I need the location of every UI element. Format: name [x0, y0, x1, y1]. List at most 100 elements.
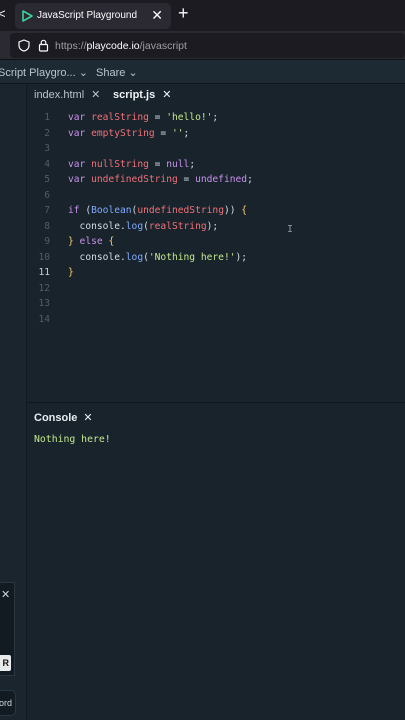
line-number: 10: [38, 251, 50, 263]
code-line[interactable]: 4 var nullString = null;: [27, 159, 405, 175]
browser-tab[interactable]: JavaScript Playground ✕: [15, 3, 171, 29]
code-token: log: [125, 251, 144, 263]
code-token: undefinedString: [137, 205, 224, 216]
shield-icon[interactable]: [18, 39, 30, 52]
overlay-fragment-text: ord: [0, 698, 13, 708]
line-number: 7: [44, 205, 50, 216]
line-number: 6: [44, 189, 50, 201]
code-token: ;: [189, 158, 196, 170]
code-text: }: [68, 267, 74, 278]
code-token: }: [68, 267, 74, 278]
line-number: 9: [44, 236, 50, 247]
code-token: )): [223, 205, 242, 216]
code-token: realString: [91, 112, 149, 123]
tab-label: script.js: [113, 89, 156, 101]
code-token: '': [171, 127, 184, 139]
code-token: undefined: [195, 174, 248, 185]
code-token: var: [68, 112, 92, 123]
url-prefix: https://: [55, 40, 87, 52]
line-number: 14: [38, 313, 50, 325]
editor-tabs: index.html ✕ script.js ✕: [27, 84, 405, 106]
project-menu[interactable]: Script Playgro... ⌄: [0, 66, 88, 79]
code-line[interactable]: 13: [27, 298, 405, 314]
code-token: ;: [183, 127, 190, 139]
code-text: var undefinedString = undefined;: [68, 174, 253, 185]
url-domain: playcode.io: [86, 40, 140, 52]
line-number: 8: [44, 220, 50, 232]
close-icon[interactable]: ✕: [83, 412, 92, 424]
url-path: /javascript: [139, 40, 187, 52]
code-token: 'hello!': [166, 112, 213, 123]
code-token: );: [235, 251, 248, 263]
code-line[interactable]: 7 if (Boolean(undefinedString)) {: [27, 205, 405, 221]
close-icon[interactable]: ✕: [91, 89, 100, 101]
line-number: 13: [38, 298, 50, 309]
code-text: var realString = 'hello!';: [68, 112, 218, 123]
code-token: {: [108, 236, 115, 247]
tab-script-js[interactable]: script.js ✕: [113, 88, 171, 101]
tab-label: index.html: [34, 89, 85, 101]
code-line[interactable]: 1 var realString = 'hello!';: [27, 112, 405, 128]
code-line[interactable]: 12: [27, 283, 405, 299]
code-line[interactable]: 6: [27, 190, 405, 206]
code-token: realString: [148, 220, 207, 232]
code-line[interactable]: 3: [27, 143, 405, 159]
code-text: var nullString = null;: [68, 159, 195, 170]
back-chevron-icon[interactable]: <: [0, 6, 6, 21]
overlay-popup: ✕ R: [0, 582, 15, 676]
share-label: Share: [96, 67, 126, 79]
playcode-play-icon: [22, 10, 33, 22]
code-token: );: [206, 220, 219, 232]
code-token: =: [177, 174, 196, 185]
browser-tab-title: JavaScript Playground: [37, 10, 138, 21]
code-token: null: [166, 158, 190, 170]
code-token: console.: [68, 220, 126, 232]
code-token: console.: [68, 251, 126, 263]
key-badge[interactable]: R: [0, 655, 11, 671]
code-line[interactable]: 9} else {: [27, 236, 405, 252]
app-header: Script Playgro... ⌄ Share ⌄: [0, 60, 405, 84]
code-token: ;: [212, 112, 219, 123]
code-text: console.log('Nothing here!');: [68, 251, 248, 263]
tab-index-html[interactable]: index.html ✕: [34, 88, 100, 101]
code-line[interactable]: 14: [27, 314, 405, 330]
code-line[interactable]: 8 console.log(realString);: [27, 221, 405, 237]
tab-close-icon[interactable]: ✕: [151, 7, 163, 24]
code-token: =: [148, 112, 167, 123]
share-menu[interactable]: Share ⌄: [96, 66, 138, 79]
code-editor[interactable]: 1 var realString = 'hello!'; 2 var emptyStr…: [27, 112, 405, 402]
new-tab-icon[interactable]: +: [178, 3, 189, 24]
lock-icon[interactable]: [38, 39, 49, 52]
close-icon[interactable]: ✕: [162, 89, 171, 101]
console-panel: Console ✕ Nothing here!: [27, 402, 405, 720]
browser-tab-strip: < JavaScript Playground ✕ +: [0, 0, 405, 31]
line-number: 3: [44, 143, 50, 154]
code-token: {: [241, 205, 248, 216]
line-number: 11: [38, 267, 50, 278]
code-line[interactable]: 5 var undefinedString = undefined;: [27, 174, 405, 190]
code-token: else: [73, 236, 109, 247]
url-bar[interactable]: https://playcode.io/javascript: [10, 33, 405, 58]
chevron-down-icon: ⌄: [78, 67, 88, 79]
code-text: console.log(realString);: [68, 220, 219, 232]
code-token: var: [68, 158, 92, 170]
url-text[interactable]: https://playcode.io/javascript: [55, 40, 187, 52]
console-title: Console: [34, 412, 78, 424]
line-number: 2: [44, 127, 50, 139]
line-number: 4: [44, 158, 50, 170]
console-output: Nothing here!: [34, 434, 111, 445]
code-token: Boolean: [91, 205, 132, 216]
line-number: 12: [38, 282, 50, 294]
code-token: =: [154, 127, 172, 139]
code-line[interactable]: 10 console.log('Nothing here!');: [27, 252, 405, 268]
close-icon[interactable]: ✕: [1, 588, 10, 601]
project-label: Script Playgro...: [0, 67, 76, 79]
code-line[interactable]: 11}: [27, 267, 405, 283]
overlay-fragment[interactable]: ord: [0, 690, 16, 716]
code-token: nullString: [91, 158, 149, 170]
code-line[interactable]: 2 var emptyString = '';: [27, 128, 405, 144]
code-token: var: [68, 127, 92, 139]
code-token: ;: [247, 174, 253, 185]
console-tab[interactable]: Console ✕: [34, 411, 93, 424]
code-token: =: [148, 158, 167, 170]
